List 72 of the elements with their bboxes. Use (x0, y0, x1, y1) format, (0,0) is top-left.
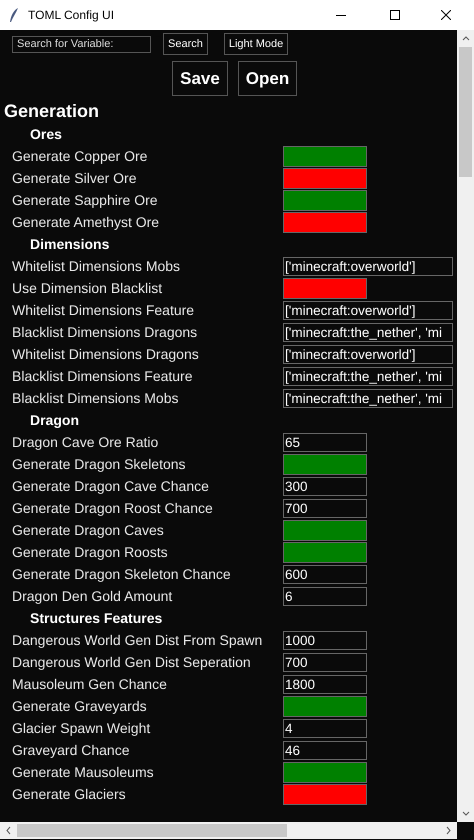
list-field[interactable]: ['minecraft:overworld'] (283, 300, 453, 320)
setting-label: Glacier Spawn Weight (11, 718, 152, 738)
scroll-thumb[interactable] (17, 824, 287, 837)
setting-label: Whitelist Dimensions Dragons (11, 344, 200, 364)
toggle-button[interactable] (283, 190, 367, 210)
number-field[interactable]: 700 (283, 652, 367, 672)
setting-label: Generate Dragon Roost Chance (11, 498, 214, 518)
number-field[interactable]: 1800 (283, 674, 367, 694)
light-mode-button[interactable]: Light Mode (224, 33, 288, 55)
toggle-button[interactable] (283, 146, 367, 166)
horizontal-scrollbar[interactable] (0, 822, 457, 839)
setting-label: Dragon Den Gold Amount (11, 586, 174, 606)
toggle-button[interactable] (283, 278, 367, 298)
setting-label: Generate Sapphire Ore (11, 190, 159, 210)
group-heading: Structures Features (29, 609, 164, 628)
setting-label: Generate Glaciers (11, 784, 127, 804)
search-field[interactable]: Search for Variable: (12, 36, 151, 52)
toggle-button[interactable] (283, 542, 367, 562)
setting-label: Generate Dragon Roosts (11, 542, 169, 562)
list-field[interactable]: ['minecraft:overworld'] (283, 256, 453, 276)
toggle-button[interactable] (283, 168, 367, 188)
setting-label: Blacklist Dimensions Mobs (11, 388, 180, 408)
setting-label: Generate Mausoleums (11, 762, 155, 782)
toggle-button[interactable] (283, 454, 367, 474)
toggle-button[interactable] (283, 212, 367, 232)
setting-label: Generate Dragon Cave Chance (11, 476, 210, 496)
number-field[interactable]: 700 (283, 498, 367, 518)
group-heading: Dimensions (29, 235, 110, 254)
number-field[interactable]: 65 (283, 432, 367, 452)
close-icon (441, 10, 451, 20)
setting-label: Blacklist Dimensions Dragons (11, 322, 198, 342)
setting-label: Whitelist Dimensions Mobs (11, 256, 182, 276)
setting-label: Generate Copper Ore (11, 146, 148, 166)
toggle-button[interactable] (283, 696, 367, 716)
scroll-thumb[interactable] (459, 47, 472, 177)
toggle-button[interactable] (283, 520, 367, 540)
setting-label: Blacklist Dimensions Feature (11, 366, 194, 386)
setting-label: Generate Dragon Skeletons (11, 454, 187, 474)
list-field[interactable]: ['minecraft:the_nether', 'mi (283, 388, 453, 408)
list-field[interactable]: ['minecraft:the_nether', 'mi (283, 322, 453, 342)
setting-label: Dragon Cave Ore Ratio (11, 432, 160, 452)
group-heading: Dragon (29, 411, 80, 430)
number-field[interactable]: 4 (283, 718, 367, 738)
setting-label: Generate Amethyst Ore (11, 212, 160, 232)
group-heading: Ores (29, 125, 63, 144)
setting-label: Whitelist Dimensions Feature (11, 300, 196, 320)
toggle-button[interactable] (283, 762, 367, 782)
maximize-icon (390, 10, 400, 20)
list-field[interactable]: ['minecraft:the_nether', 'mi (283, 366, 453, 386)
number-field[interactable]: 6 (283, 586, 367, 606)
section-heading: Generation (3, 100, 100, 123)
setting-label: Mausoleum Gen Chance (11, 674, 168, 694)
vertical-scrollbar[interactable] (457, 30, 474, 822)
save-button[interactable]: Save (172, 61, 228, 96)
list-field[interactable]: ['minecraft:overworld'] (283, 344, 453, 364)
feather-icon (8, 7, 20, 23)
setting-label: Generate Dragon Caves (11, 520, 165, 540)
setting-label: Use Dimension Blacklist (11, 278, 164, 298)
setting-label: Generate Dragon Skeleton Chance (11, 564, 232, 584)
setting-label: Dangerous World Gen Dist Seperation (11, 652, 252, 672)
toggle-button[interactable] (283, 784, 367, 804)
search-button[interactable]: Search (163, 33, 208, 55)
window-title: TOML Config UI (28, 7, 114, 24)
number-field[interactable]: 600 (283, 564, 367, 584)
setting-label: Graveyard Chance (11, 740, 131, 760)
number-field[interactable]: 300 (283, 476, 367, 496)
number-field[interactable]: 46 (283, 740, 367, 760)
setting-label: Generate Silver Ore (11, 168, 138, 188)
open-button[interactable]: Open (238, 61, 297, 96)
setting-label: Generate Graveyards (11, 696, 148, 716)
number-field[interactable]: 1000 (283, 630, 367, 650)
setting-label: Dangerous World Gen Dist From Spawn (11, 630, 264, 650)
